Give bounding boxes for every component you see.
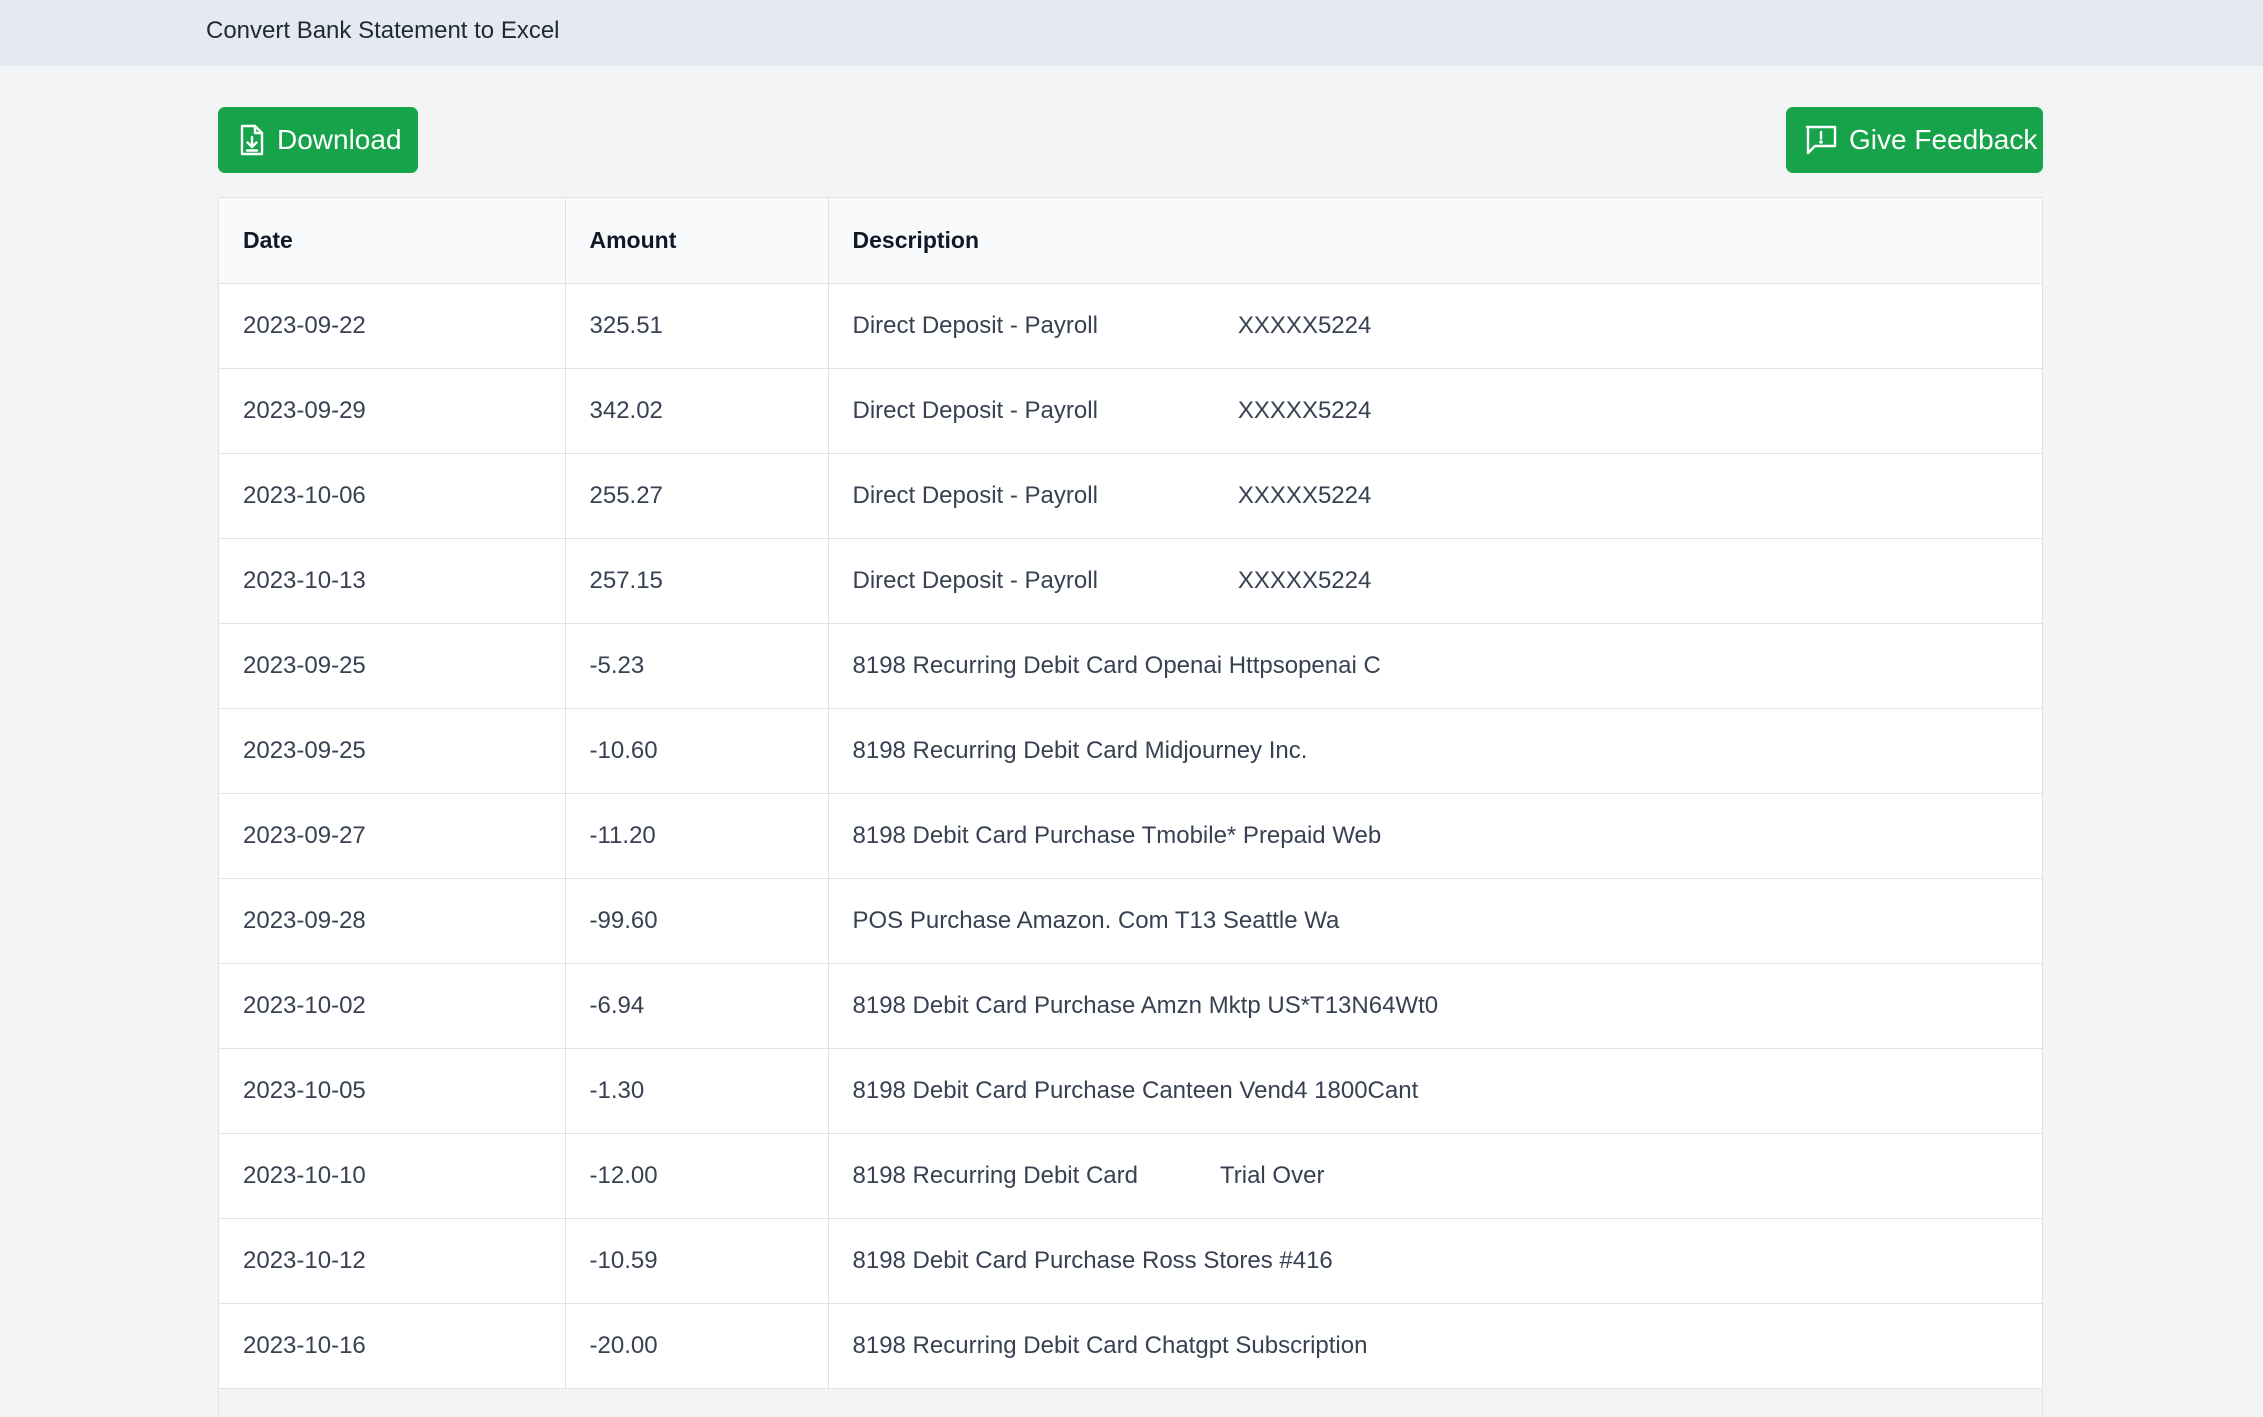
cell-amount: -10.59 [564, 1218, 828, 1304]
table-row: 2023-09-25 -10.60 8198 Recurring Debit Car… [219, 708, 2042, 794]
top-bar: Convert Bank Statement to Excel [0, 0, 2263, 66]
description-extra-text: XXXXX5224 [1237, 311, 1372, 339]
table-row: 2023-10-10 -12.00 8198 Recurring Debit Car… [219, 1133, 2042, 1219]
cell-date: 2023-10-13 [219, 538, 565, 624]
cell-amount: 342.02 [564, 368, 828, 454]
cell-amount: 257.15 [564, 538, 828, 624]
table-row: 2023-10-12 -10.59 8198 Debit Card Purchase… [219, 1218, 2042, 1304]
description-text: 8198 Recurring Debit Card [852, 1161, 1138, 1189]
cell-date: 2023-09-25 [219, 623, 565, 709]
cell-description: Direct Deposit - Payroll XXXXX5224 [827, 453, 2042, 539]
cell-description: Direct Deposit - Payroll XXXXX5224 [827, 538, 2042, 624]
cell-description: 8198 Debit Card Purchase Ross Stores #41… [827, 1218, 2042, 1304]
cell-description: 8198 Recurring Debit Card Trial Over [827, 1133, 2042, 1219]
column-header-date: Date [219, 198, 565, 284]
description-extra-text: XXXXX5224 [1237, 396, 1372, 424]
cell-description: Direct Deposit - Payroll XXXXX5224 [827, 283, 2042, 369]
cell-amount: -1.30 [564, 1048, 828, 1134]
cell-date: 2023-09-27 [219, 793, 565, 879]
cell-description: 8198 Recurring Debit Card Midjourney Inc… [827, 708, 2042, 794]
cell-description: Direct Deposit - Payroll XXXXX5224 [827, 368, 2042, 454]
cell-date: 2023-10-10 [219, 1133, 565, 1219]
file-download-icon [239, 124, 265, 156]
description-text: Direct Deposit - Payroll [852, 566, 1098, 594]
download-button[interactable]: Download [218, 107, 418, 173]
cell-date: 2023-10-12 [219, 1218, 565, 1304]
feedback-alert-icon [1805, 125, 1837, 155]
table-row: 2023-10-02 -6.94 8198 Debit Card Purchase … [219, 963, 2042, 1049]
page-title: Convert Bank Statement to Excel [206, 17, 560, 44]
cell-amount: -5.23 [564, 623, 828, 709]
cell-description: 8198 Recurring Debit Card Chatgpt Subscr… [827, 1303, 2042, 1389]
table-row: 2023-10-13 257.15 Direct Deposit - Payroll… [219, 538, 2042, 624]
description-text: Direct Deposit - Payroll [852, 481, 1098, 509]
description-text: Direct Deposit - Payroll [852, 311, 1098, 339]
table-row: 2023-10-05 -1.30 8198 Debit Card Purchase … [219, 1048, 2042, 1134]
description-text: 8198 Debit Card Purchase Canteen Vend4 1… [852, 1076, 1419, 1104]
table-header-row: Date Amount Description [219, 198, 2042, 284]
description-extra-text: Trial Over [1219, 1161, 1325, 1189]
transactions-table: Date Amount Description 2023-09-22 325.51… [218, 197, 2043, 1417]
description-text: 8198 Recurring Debit Card Midjourney Inc… [852, 736, 1308, 764]
cell-date: 2023-09-25 [219, 708, 565, 794]
cell-amount: -20.00 [564, 1303, 828, 1389]
download-label: Download [277, 124, 402, 155]
cell-date: 2023-10-02 [219, 963, 565, 1049]
description-extra-text: XXXXX5224 [1237, 481, 1372, 509]
cell-date: 2023-09-22 [219, 283, 565, 369]
cell-amount: -11.20 [564, 793, 828, 879]
cell-description: 8198 Recurring Debit Card Openai Httpsop… [827, 623, 2042, 709]
cell-amount: 255.27 [564, 453, 828, 539]
column-header-amount: Amount [564, 198, 828, 284]
table-row: 2023-09-28 -99.60 POS Purchase Amazon. Com… [219, 878, 2042, 964]
cell-date: 2023-10-06 [219, 453, 565, 539]
table-row: 2023-09-25 -5.23 8198 Recurring Debit Card… [219, 623, 2042, 709]
description-text: Direct Deposit - Payroll [852, 396, 1098, 424]
give-feedback-label: Give Feedback [1849, 124, 2038, 155]
cell-amount: -6.94 [564, 963, 828, 1049]
cell-amount: -99.60 [564, 878, 828, 964]
description-extra-text: XXXXX5224 [1237, 566, 1372, 594]
table-row: 2023-09-27 -11.20 8198 Debit Card Purchase… [219, 793, 2042, 879]
table-row: 2023-09-22 325.51 Direct Deposit - Payroll… [219, 283, 2042, 369]
cell-date: 2023-09-29 [219, 368, 565, 454]
description-text: 8198 Debit Card Purchase Ross Stores #41… [852, 1246, 1333, 1274]
description-text: POS Purchase Amazon. Com T13 Seattle Wa [852, 906, 1340, 934]
cell-date: 2023-09-28 [219, 878, 565, 964]
table-row: 2023-09-29 342.02 Direct Deposit - Payroll… [219, 368, 2042, 454]
description-text: 8198 Recurring Debit Card Openai Httpsop… [852, 651, 1381, 679]
description-text: 8198 Recurring Debit Card Chatgpt Subscr… [852, 1331, 1368, 1359]
column-header-description: Description [827, 198, 2042, 284]
cell-date: 2023-10-05 [219, 1048, 565, 1134]
cell-description: 8198 Debit Card Purchase Canteen Vend4 1… [827, 1048, 2042, 1134]
cell-amount: 325.51 [564, 283, 828, 369]
cell-amount: -10.60 [564, 708, 828, 794]
cell-amount: -12.00 [564, 1133, 828, 1219]
description-text: 8198 Debit Card Purchase Tmobile* Prepai… [852, 821, 1382, 849]
cell-description: 8198 Debit Card Purchase Amzn Mktp US*T1… [827, 963, 2042, 1049]
give-feedback-button[interactable]: Give Feedback [1786, 107, 2043, 173]
table-row: 2023-10-16 -20.00 8198 Recurring Debit Car… [219, 1303, 2042, 1389]
cell-description: POS Purchase Amazon. Com T13 Seattle Wa [827, 878, 2042, 964]
description-text: 8198 Debit Card Purchase Amzn Mktp US*T1… [852, 991, 1439, 1019]
cell-date: 2023-10-16 [219, 1303, 565, 1389]
table-row: 2023-10-06 255.27 Direct Deposit - Payroll… [219, 453, 2042, 539]
cell-description: 8198 Debit Card Purchase Tmobile* Prepai… [827, 793, 2042, 879]
